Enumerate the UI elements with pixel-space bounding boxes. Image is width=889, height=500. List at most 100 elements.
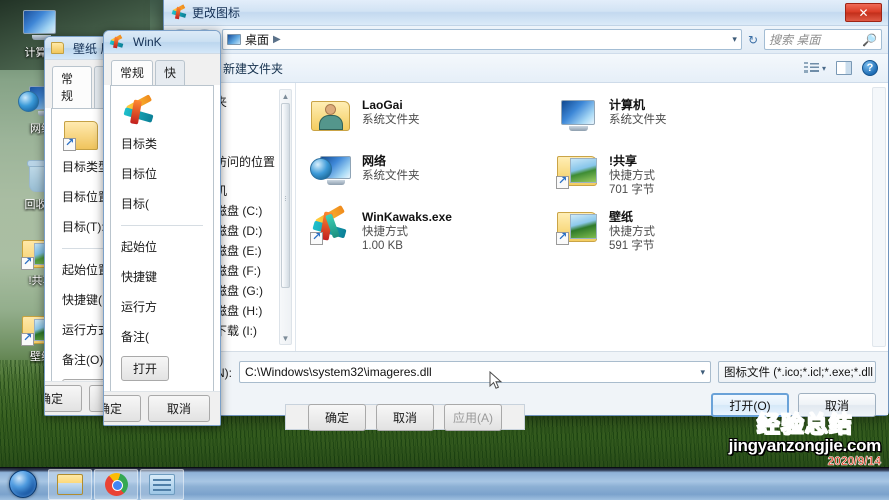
field-target-location: 目标位: [121, 167, 158, 181]
scroll-down-arrow-icon[interactable]: ▼: [280, 332, 291, 344]
network-icon: [310, 151, 352, 191]
list-item[interactable]: WinKawaks.exe 快捷方式 1.00 KB: [310, 205, 557, 261]
properties-titlebar: WinK: [104, 31, 220, 53]
file-type-filter-select[interactable]: 图标文件 (*.ico;*.icl;*.exe;*.dll ▾: [718, 361, 876, 383]
field-target: 目标(: [121, 197, 149, 211]
background-dialog-footer-strip: 确定 取消 应用(A): [285, 403, 525, 431]
ok-button-behind[interactable]: 确定: [308, 403, 366, 431]
start-button[interactable]: [0, 469, 46, 500]
chrome-icon: [104, 472, 128, 496]
breadcrumb-desktop[interactable]: 桌面: [245, 31, 269, 48]
properties-tabs[interactable]: 常规 快: [104, 54, 220, 85]
file-list-scrollbar[interactable]: [872, 87, 886, 347]
tab-general[interactable]: 常规: [111, 60, 154, 85]
properties-inline-buttons[interactable]: 打开: [121, 356, 203, 381]
file-type: 快捷方式: [362, 226, 408, 238]
change-icon-dialog[interactable]: 更改图标 ✕ ◀ ▶ 桌面 ▶ ▾ ↻ 搜索 桌面 🔍 组织 ▾: [163, 0, 889, 417]
list-item-meta: 计算机 系统文件夹: [609, 95, 667, 127]
field-shortcut-key: 快捷键: [121, 270, 158, 284]
dialog-footer: 文件名(N): C:\Windows\system32\imageres.dll…: [164, 351, 888, 417]
filename-input[interactable]: C:\Windows\system32\imageres.dll ▾: [239, 361, 711, 383]
file-name: WinKawaks.exe: [362, 210, 452, 224]
tab-general[interactable]: 常规: [52, 66, 92, 108]
navigation-bar: ◀ ▶ 桌面 ▶ ▾ ↻ 搜索 桌面 🔍: [164, 26, 888, 54]
picture-folder-shortcut-icon: [556, 207, 599, 247]
list-item-meta: LaoGai 系统文件夹: [362, 95, 420, 127]
list-item[interactable]: LaoGai 系统文件夹: [310, 93, 557, 149]
change-view-button[interactable]: ▾: [803, 62, 826, 74]
scrollbar-thumb[interactable]: [281, 103, 290, 288]
file-name: LaoGai: [362, 98, 403, 112]
file-type: 快捷方式: [609, 170, 655, 182]
list-item[interactable]: 壁纸 快捷方式 591 字节: [556, 205, 804, 261]
refresh-icon[interactable]: ↻: [745, 33, 761, 47]
cancel-button[interactable]: 取消: [798, 393, 876, 417]
scroll-up-arrow-icon[interactable]: ▲: [280, 90, 291, 102]
list-item[interactable]: 计算机 系统文件夹: [557, 93, 804, 149]
chevron-down-icon[interactable]: ▾: [732, 34, 737, 45]
open-button[interactable]: 打开(O): [711, 393, 789, 417]
views-icon: [803, 62, 819, 74]
file-size: 1.00 KB: [362, 240, 403, 252]
list-item-meta: 网络 系统文件夹: [362, 151, 420, 183]
list-item-meta: WinKawaks.exe 快捷方式 1.00 KB: [362, 207, 452, 253]
file-type: 系统文件夹: [362, 114, 420, 126]
picture-folder-shortcut-icon: [556, 151, 599, 191]
file-size: 701 字节: [609, 184, 655, 196]
list-item-meta: !共享 快捷方式 701 字节: [609, 151, 655, 197]
ok-button[interactable]: 确定: [104, 395, 141, 422]
properties-dialog-winkawaks[interactable]: WinK 常规 快 目标类 目标位 目标( 起始位 快捷键 运行方 备注(打开…: [103, 30, 221, 426]
chevron-down-icon: ▾: [821, 63, 826, 73]
properties-title-text: WinK: [133, 35, 162, 49]
taskbar-button-control-panel[interactable]: [140, 468, 184, 500]
dialog-toolbar: 组织 ▾ 新建文件夹 ▾ ?: [164, 54, 888, 83]
help-icon[interactable]: ?: [862, 60, 878, 76]
file-name: 计算机: [609, 98, 646, 112]
field-target-type: 目标类: [121, 137, 158, 151]
list-item-meta: 壁纸 快捷方式 591 字节: [609, 207, 655, 253]
folder-shortcut-icon: [51, 42, 64, 54]
taskbar-button-explorer[interactable]: [48, 468, 92, 500]
new-folder-label: 新建文件夹: [223, 61, 284, 76]
field-run: 运行方: [121, 300, 158, 314]
computer-icon: [557, 95, 599, 135]
cancel-button[interactable]: 取消: [148, 395, 210, 422]
filter-value: 图标文件 (*.ico;*.icl;*.exe;*.dll: [724, 367, 873, 379]
chevron-down-icon[interactable]: ▾: [873, 367, 875, 378]
ok-button[interactable]: 确定: [45, 385, 82, 412]
file-size: 591 字节: [609, 240, 655, 252]
open-file-location-button[interactable]: 打开: [121, 356, 169, 381]
chevron-right-icon[interactable]: ▶: [273, 34, 281, 45]
control-panel-icon: [149, 473, 175, 495]
file-name: !共享: [609, 154, 637, 168]
winkawaks-title-icon: [171, 3, 187, 20]
screen-root: 计算机 网络 回收站 !共享 壁纸 壁纸 属性 常规 快捷方式: [0, 0, 889, 500]
winkawaks-preview-icon: [123, 94, 157, 127]
dialog-titlebar: 更改图标 ✕: [164, 0, 888, 26]
close-icon[interactable]: ✕: [845, 3, 882, 22]
properties-footer[interactable]: 确定 取消: [104, 391, 220, 425]
properties-body: 常规 快 目标类 目标位 目标( 起始位 快捷键 运行方 备注(打开 定 取消: [104, 53, 220, 425]
list-item[interactable]: !共享 快捷方式 701 字节: [556, 149, 804, 205]
taskbar[interactable]: [0, 467, 889, 500]
field-start-in: 起始位: [121, 240, 158, 254]
properties-field-rows: 目标类 目标位 目标( 起始位 快捷键 运行方 备注( 打开: [121, 135, 203, 381]
properties-panel: 目标类 目标位 目标( 起始位 快捷键 运行方 备注( 打开: [110, 85, 214, 394]
user-folder-icon: [310, 95, 352, 135]
taskbar-button-chrome[interactable]: [94, 468, 138, 500]
cancel-button-behind[interactable]: 取消: [376, 403, 434, 431]
winkawaks-icon: [109, 34, 124, 49]
file-name: 壁纸: [609, 210, 634, 224]
navigation-scrollbar[interactable]: ▲ ▼: [279, 89, 292, 345]
search-input[interactable]: 搜索 桌面 🔍: [764, 29, 882, 50]
explorer-icon: [57, 473, 83, 495]
tab-shortcut[interactable]: 快: [155, 60, 186, 85]
dialog-main-area: ★ 收藏夹 下载 桌面 最近访问的位置 计算机: [164, 83, 888, 351]
file-type: 系统文件夹: [362, 170, 420, 182]
address-bar[interactable]: 桌面 ▶ ▾: [222, 29, 742, 50]
file-list[interactable]: LaoGai 系统文件夹 计算机 系统文件夹 网络 系统文件夹 ↗ !共享 快捷…: [296, 83, 888, 351]
list-item[interactable]: 网络 系统文件夹: [310, 149, 557, 205]
preview-pane-icon[interactable]: [836, 61, 852, 75]
new-folder-button[interactable]: 新建文件夹: [223, 60, 283, 77]
chevron-down-icon[interactable]: ▾: [700, 367, 705, 378]
